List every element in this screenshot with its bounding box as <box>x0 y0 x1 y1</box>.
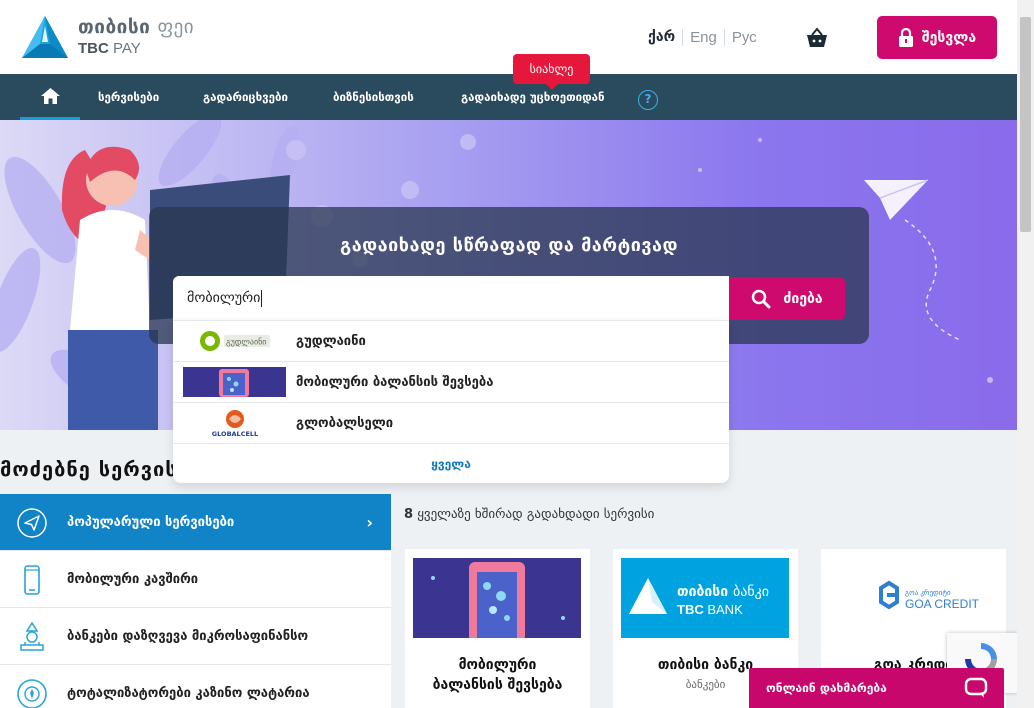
service-card-mobile-balance[interactable]: მობილური ბალანსის შევსება <box>405 549 590 708</box>
chat-bubble-icon <box>964 677 988 698</box>
nav-item-services[interactable]: სერვისები <box>98 74 159 120</box>
chat-label: ონლაინ დახმარება <box>766 681 887 695</box>
category-label: ბანკები დაზღვევა მიკროსაფინანსო <box>67 628 309 644</box>
section-title: მოძებნე სერვისი <box>0 457 190 481</box>
search-input[interactable]: მობილური <box>173 276 729 321</box>
search-button[interactable]: ძიება <box>729 277 845 320</box>
tbc-pay-logo[interactable]: თიბისი ფეი TBC PAY <box>20 14 194 60</box>
suggestion-label: გუდლაინი <box>296 333 366 349</box>
goa-credit-logo-en: GOA CREDIT <box>905 597 980 611</box>
popular-caption: 8 ყველაზე ხშირად გადახდადი სერვისი <box>404 507 654 522</box>
suggestion-mobile-balance[interactable]: მობილური ბალანსის შევსება <box>173 361 729 402</box>
nav-item-business[interactable]: ბიზნესისთვის <box>333 74 414 120</box>
category-popular[interactable]: პოპულარული სერვისები › <box>0 494 391 551</box>
tbc-bank-logo-geo-light: ბანკი <box>733 584 769 600</box>
mobile-balance-image <box>413 558 581 638</box>
bank-icon <box>20 621 44 651</box>
search-button-label: ძიება <box>783 290 823 307</box>
page-scrollbar[interactable] <box>1017 0 1034 708</box>
logo-en-bold: TBC <box>78 40 109 57</box>
goodline-logo: გუდლაინი <box>183 326 286 356</box>
chevron-right-icon: › <box>366 512 373 532</box>
login-label: შესვლა <box>921 29 977 46</box>
category-list: პოპულარული სერვისები › მობილური კავშირი … <box>0 494 391 708</box>
lock-icon <box>898 28 913 47</box>
category-mobile[interactable]: მობილური კავშირი <box>0 551 391 608</box>
globalcell-logo-text: GLOBALCELL <box>211 430 257 438</box>
tbc-bank-logo-en: TBC <box>677 602 704 617</box>
goa-credit-logo-geo: გოა კრედიტი <box>905 588 951 597</box>
suggestion-globalcell[interactable]: GLOBALCELL გლობალსელი <box>173 402 729 443</box>
popular-caption-text: ყველაზე ხშირად გადახდადი სერვისი <box>417 507 655 522</box>
login-button[interactable]: შესვლა <box>877 16 997 59</box>
logo-geo-light: ფეი <box>157 16 195 38</box>
tbc-triangle-logo-icon <box>22 16 68 58</box>
globalcell-logo: GLOBALCELL <box>183 408 286 438</box>
suggestion-label: გლობალსელი <box>296 415 394 431</box>
lang-ka[interactable]: ქარ <box>648 29 682 46</box>
help-icon[interactable]: ? <box>638 90 658 110</box>
tbc-bank-logo-en-light: BANK <box>707 602 743 617</box>
show-all-link[interactable]: ყველა <box>173 443 729 483</box>
scrollbar-thumb[interactable] <box>1020 17 1031 232</box>
goodline-logo-text: გუდლაინი <box>226 337 266 347</box>
tbc-bank-logo-geo: თიბისი <box>677 584 728 600</box>
search-suggestions: გუდლაინი გუდლაინი მობილური ბალანსის შევს… <box>173 320 729 483</box>
category-banks[interactable]: ბანკები დაზღვევა მიკროსაფინანსო <box>0 608 391 665</box>
language-switcher: ქარ Eng Рус <box>648 29 764 46</box>
new-badge: სიახლე <box>513 54 590 90</box>
suggestion-goodline[interactable]: გუდლაინი გუდლაინი <box>173 320 729 361</box>
online-help-chat[interactable]: ონლაინ დახმარება <box>749 668 1004 708</box>
svg-text:თიბისი ბანკი: თიბისი ბანკი <box>677 584 769 600</box>
category-label: პოპულარული სერვისები <box>67 514 235 530</box>
goa-credit-logo: გოა კრედიტი GOA CREDIT <box>829 558 997 638</box>
card-title-line1: მობილური <box>458 657 537 673</box>
nav-home[interactable] <box>20 74 80 120</box>
logo-geo-bold: თიბისი <box>78 16 151 38</box>
mobile-phone-icon <box>24 565 40 595</box>
category-label: მობილური კავშირი <box>67 571 199 587</box>
logo-en-light: PAY <box>113 40 141 57</box>
main-nav: სერვისები გადარიცხვები ბიზნესისთვის გადა… <box>0 74 1017 120</box>
search-icon <box>752 289 771 308</box>
lang-en[interactable]: Eng <box>682 29 724 46</box>
paper-plane-icon <box>17 508 47 538</box>
category-label: ტოტალიზატორები კაზინო ლატარია <box>67 685 310 701</box>
home-icon <box>40 87 60 104</box>
popular-count: 8 <box>404 507 414 522</box>
tbc-bank-logo: თიბისი ბანკი TBC BANK <box>621 558 789 638</box>
card-title-line2: ბალანსის შევსება <box>432 677 563 693</box>
casino-chip-icon <box>17 679 47 708</box>
shopping-basket-icon[interactable] <box>805 27 829 49</box>
category-casino[interactable]: ტოტალიზატორები კაზინო ლატარია <box>0 665 391 708</box>
lang-ru[interactable]: Рус <box>723 29 764 46</box>
svg-text:TBC BANK: TBC BANK <box>677 602 743 617</box>
site-header: თიბისი ფეი TBC PAY ქარ Eng Рус შესვლა <box>0 0 1017 74</box>
hero-title: გადაიხადე სწრაფად და მარტივად <box>340 235 678 256</box>
text-caret <box>261 289 263 307</box>
suggestion-label: მობილური ბალანსის შევსება <box>296 374 494 390</box>
nav-item-transfers[interactable]: გადარიცხვები <box>203 74 288 120</box>
mobile-balance-thumb <box>183 367 286 397</box>
card-title: მობილური ბალანსის შევსება <box>405 655 590 695</box>
